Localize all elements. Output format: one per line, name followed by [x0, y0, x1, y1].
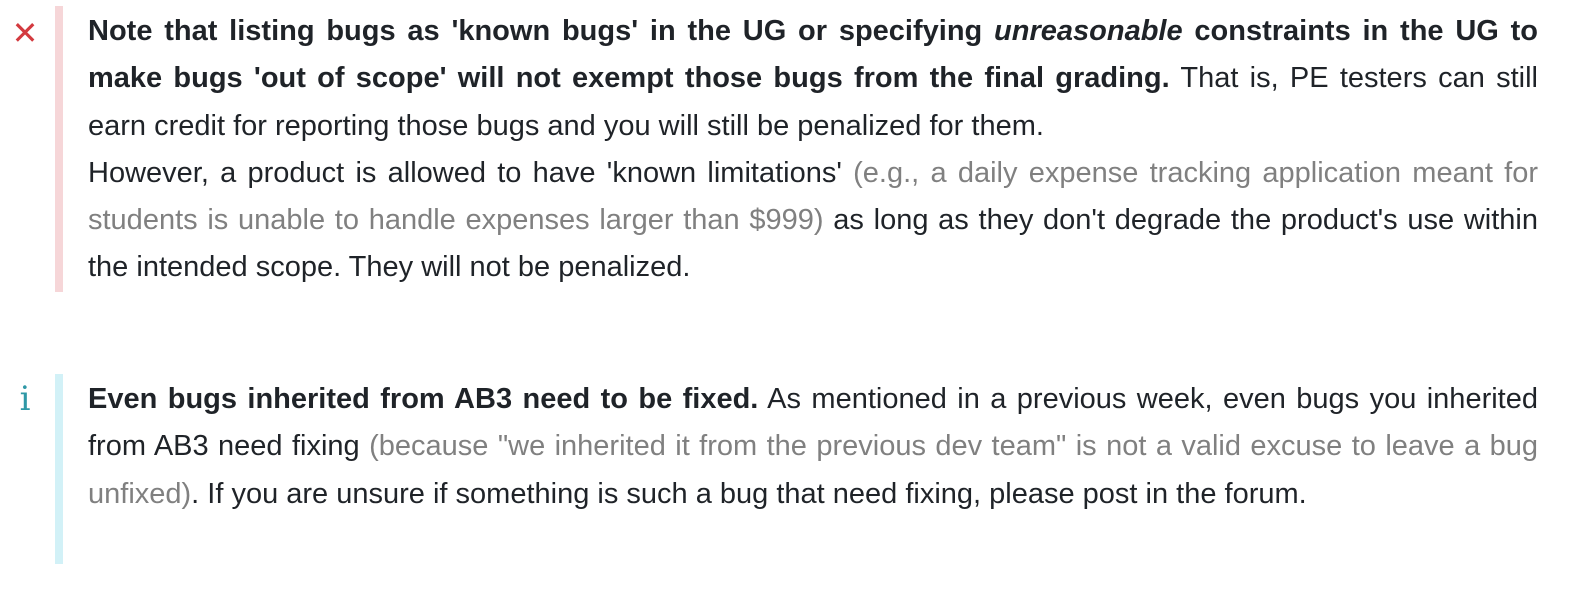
info-accent-bar	[55, 374, 63, 564]
info-paragraph: Even bugs inherited from AB3 need to be …	[88, 376, 1538, 518]
warning-text-a: However, a product is allowed to have 'k…	[88, 156, 854, 189]
warning-accent-bar	[55, 6, 63, 292]
warning-callout-text: Note that listing bugs as 'known bugs' i…	[88, 8, 1538, 292]
info-text-b: . If you are unsure if something is such…	[191, 477, 1307, 510]
times-icon: ✕	[11, 14, 39, 52]
info-callout-text: Even bugs inherited from AB3 need to be …	[88, 376, 1538, 518]
info-bold-text: Even bugs inherited from AB3 need to be …	[88, 383, 759, 415]
warning-paragraph-2: However, a product is allowed to have 'k…	[88, 150, 1538, 292]
warning-bold-text-a: Note that listing bugs as 'known bugs' i…	[88, 15, 995, 47]
warning-bold-italic-text: unreasonable	[994, 15, 1183, 47]
warning-paragraph-1: Note that listing bugs as 'known bugs' i…	[88, 8, 1538, 150]
info-icon: i	[19, 379, 31, 419]
info-callout: i Even bugs inherited from AB3 need to b…	[0, 374, 1590, 564]
warning-callout: ✕ Note that listing bugs as 'known bugs'…	[0, 6, 1590, 292]
